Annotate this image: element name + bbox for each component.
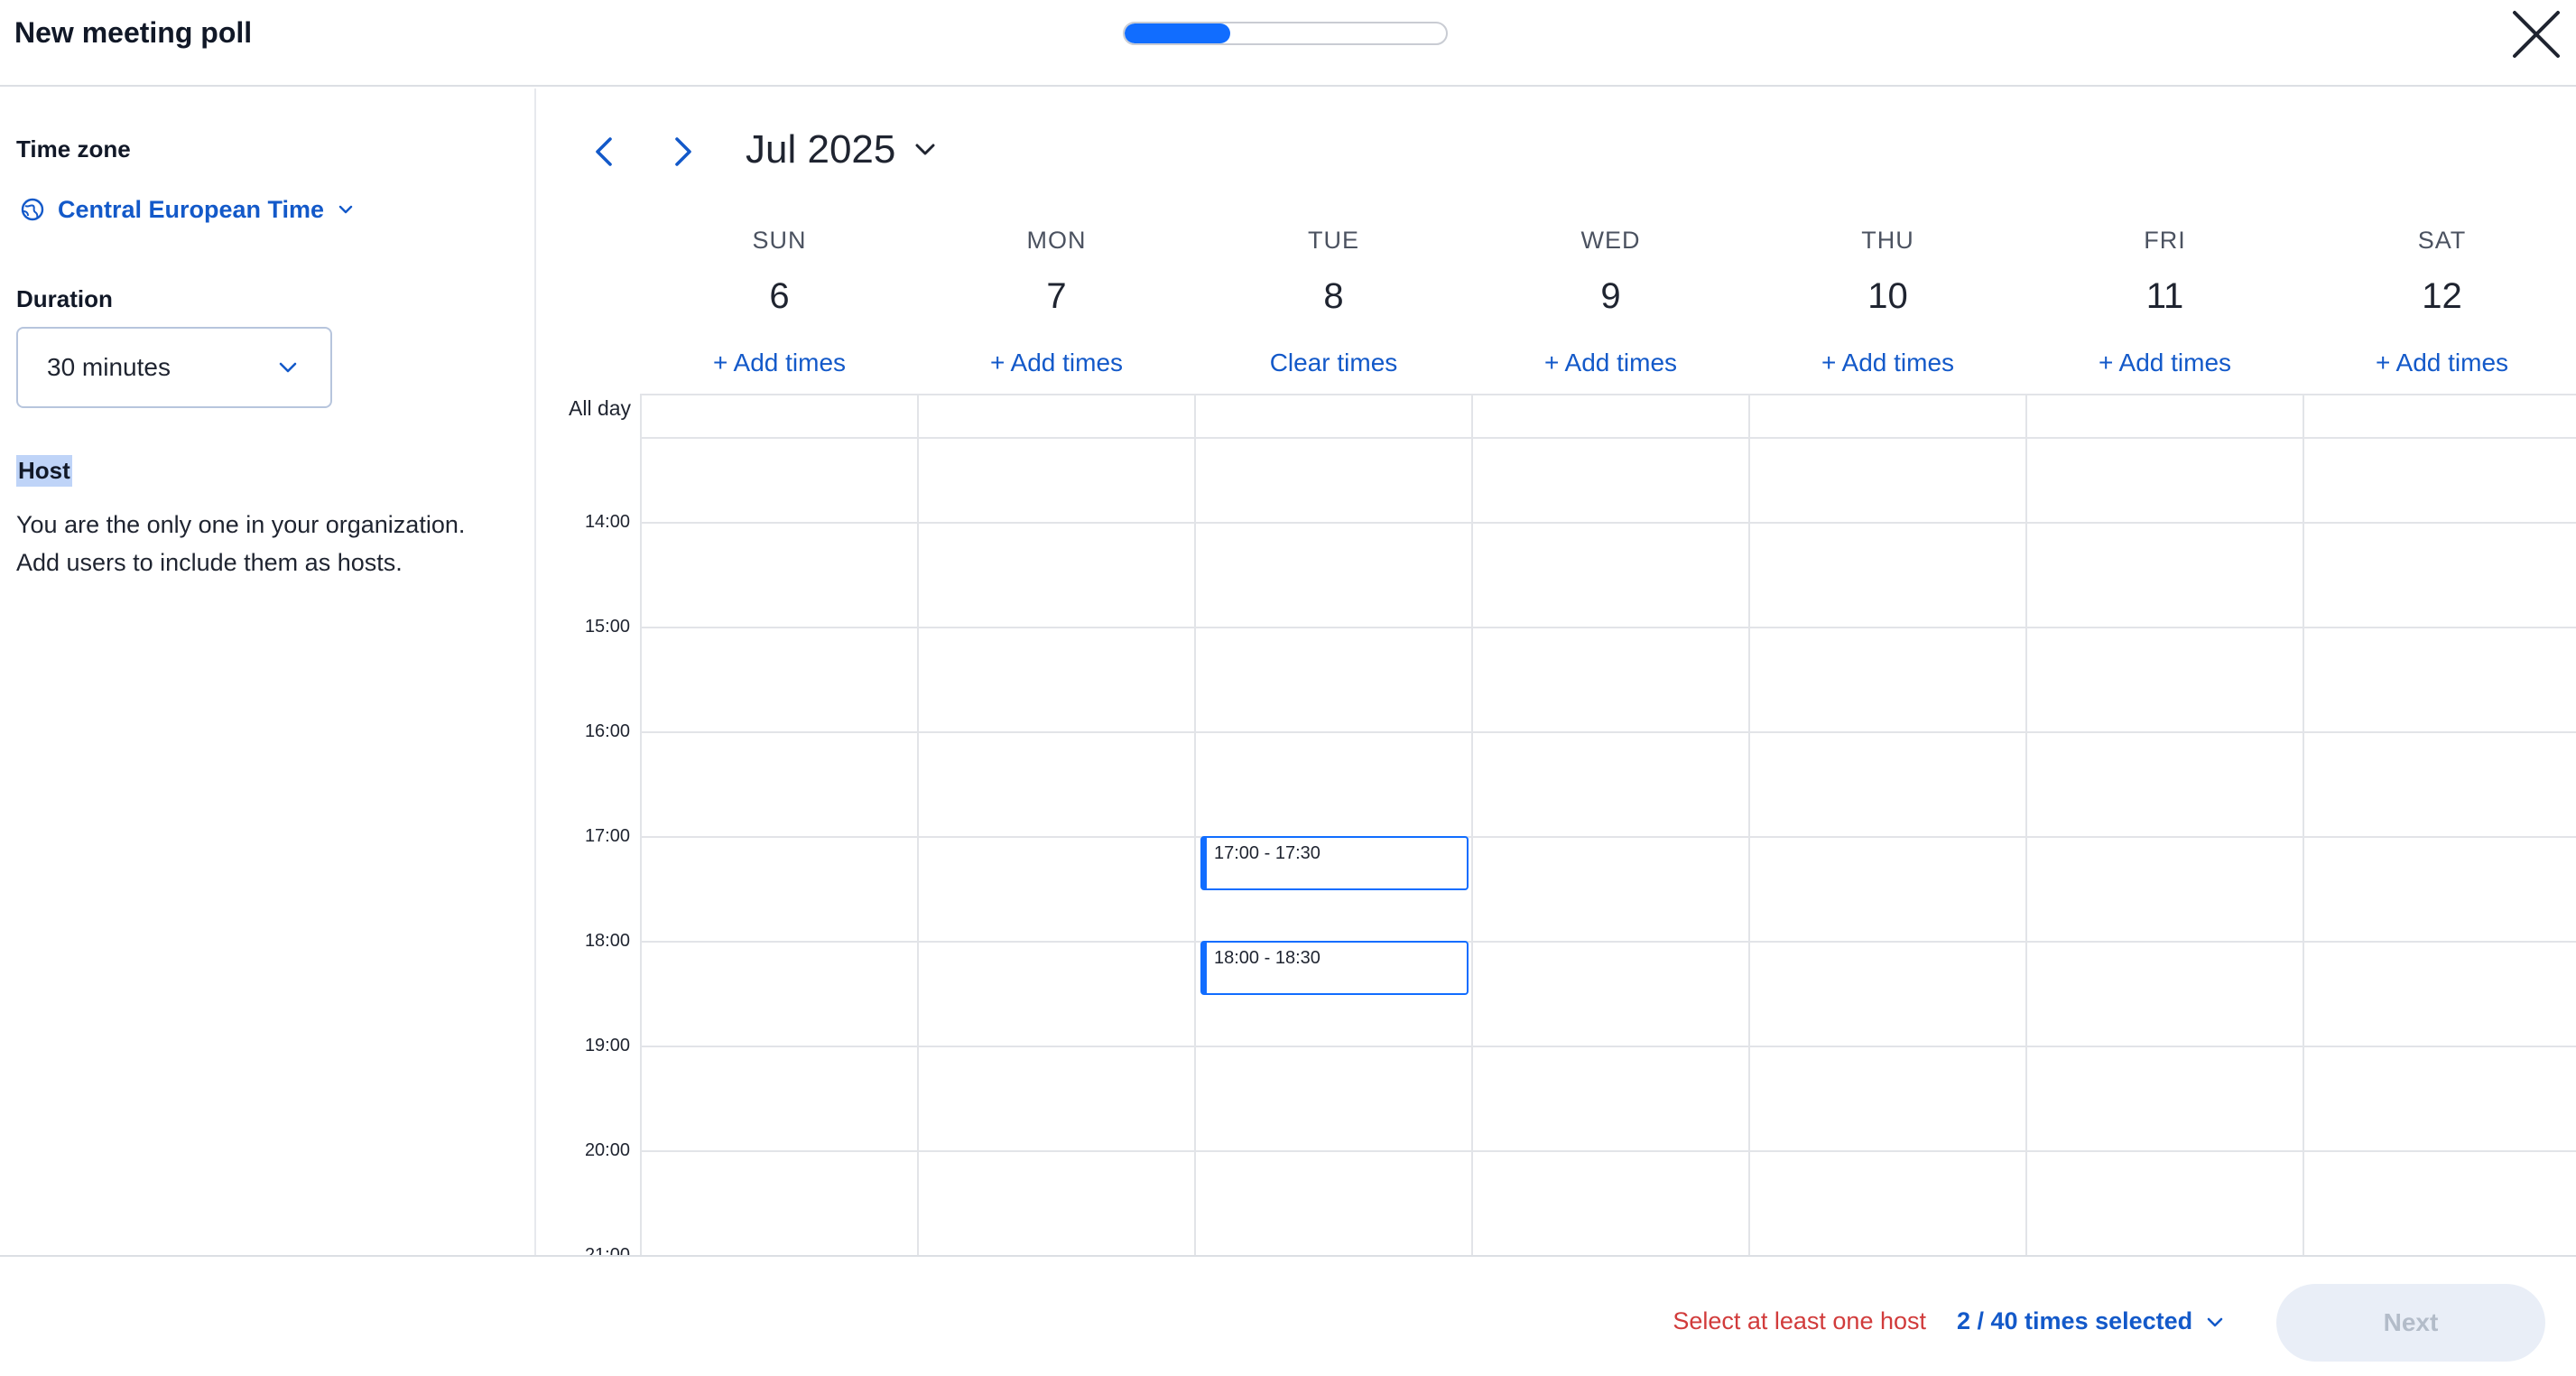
allday-label: All day — [569, 396, 632, 420]
prev-week-button[interactable] — [587, 134, 623, 170]
day-name: TUE — [1308, 227, 1359, 254]
grid-row-line — [641, 437, 2576, 439]
chevron-left-icon — [596, 137, 612, 166]
chevron-down-icon — [338, 205, 353, 214]
hour-label: 21:00 — [584, 1245, 630, 1255]
sidebar: Time zone Central European Time Duration… — [0, 88, 536, 1255]
host-text-line: You are the only one in your organizatio… — [16, 511, 466, 538]
day-name: WED — [1580, 227, 1641, 254]
selected-time-slot[interactable]: 18:00 - 18:30 — [1200, 941, 1469, 995]
add-times-button[interactable]: + Add times — [641, 347, 918, 379]
calendar: Jul 2025 SUN 6 MON 7 TUE 8 WED 9 THU 10 FRI 11 SAT 12… — [538, 88, 2576, 1255]
timezone-select[interactable]: Central European Time — [20, 191, 355, 228]
day-name: SAT — [2417, 227, 2467, 254]
host-warning: Select at least one host — [1673, 1307, 1926, 1334]
grid-row-line — [641, 522, 2576, 524]
day-name: MON — [1026, 227, 1087, 254]
duration-value: 30 minutes — [47, 353, 171, 381]
day-header: TUE 8 — [1195, 224, 1472, 316]
day-name: THU — [1861, 227, 1914, 254]
clear-times-button[interactable]: Clear times — [1195, 347, 1472, 379]
grid-row-line — [641, 836, 2576, 838]
add-times-button[interactable]: + Add times — [2026, 347, 2303, 379]
hour-label: 16:00 — [584, 721, 630, 741]
header: New meeting poll — [0, 0, 2576, 87]
day-header: SAT 12 — [2303, 224, 2576, 316]
day-number: 11 — [2145, 276, 2184, 316]
day-header: FRI 11 — [2026, 224, 2303, 316]
hour-label: 20:00 — [584, 1140, 630, 1160]
day-header: THU 10 — [1749, 224, 2026, 316]
add-times-button[interactable]: + Add times — [918, 347, 1195, 379]
day-header: SUN 6 — [641, 224, 918, 316]
grid-row-line — [641, 731, 2576, 733]
day-name: FRI — [2144, 227, 2186, 254]
page-title: New meeting poll — [14, 16, 253, 49]
day-number: 10 — [1867, 276, 1908, 316]
chevron-down-icon — [2207, 1317, 2223, 1326]
hour-label: 15:00 — [584, 617, 630, 637]
day-number: 9 — [1600, 276, 1621, 316]
host-text-line: Add users to include them as hosts. — [16, 549, 403, 576]
selected-time-slot[interactable]: 17:00 - 17:30 — [1200, 836, 1469, 890]
grid-row-line — [641, 1046, 2576, 1047]
globe-icon — [21, 198, 44, 221]
grid-row-line — [641, 394, 2576, 395]
chevron-down-icon — [279, 362, 297, 373]
hour-label: 17:00 — [584, 826, 630, 846]
hour-label: 19:00 — [584, 1036, 630, 1055]
day-header: WED 9 — [1472, 224, 1749, 316]
timezone-value: Central European Time — [58, 195, 325, 223]
day-number: 6 — [769, 276, 790, 316]
close-button[interactable] — [2506, 7, 2563, 65]
day-number: 12 — [2422, 276, 2462, 316]
close-icon — [2513, 11, 2560, 58]
times-selected-dropdown[interactable]: 2 / 40 times selected — [1957, 1307, 2225, 1335]
add-times-button[interactable]: + Add times — [2303, 347, 2576, 379]
month-picker[interactable]: Jul 2025 — [746, 125, 939, 175]
progress-bar — [1123, 22, 1448, 45]
duration-label: Duration — [16, 285, 113, 312]
progress-bar-fill — [1125, 23, 1231, 43]
times-selected-label: 2 / 40 times selected — [1957, 1307, 2193, 1334]
host-label: Host — [16, 455, 72, 487]
grid-row-line — [641, 627, 2576, 628]
duration-select[interactable]: 30 minutes — [16, 327, 332, 408]
add-times-button[interactable]: + Add times — [1472, 347, 1749, 379]
hour-label: 14:00 — [584, 512, 630, 532]
timezone-label: Time zone — [16, 135, 131, 163]
chevron-down-icon — [915, 144, 935, 155]
chevron-right-icon — [675, 137, 691, 166]
day-header: MON 7 — [918, 224, 1195, 316]
host-description: You are the only one in your organizatio… — [16, 506, 522, 581]
footer: Select at least one host 2 / 40 times se… — [0, 1255, 2576, 1376]
hour-label: 18:00 — [584, 931, 630, 951]
month-label: Jul 2025 — [746, 127, 896, 172]
grid-row-line — [641, 1150, 2576, 1152]
day-number: 8 — [1323, 276, 1344, 316]
day-number: 7 — [1046, 276, 1067, 316]
day-name: SUN — [752, 227, 807, 254]
add-times-button[interactable]: + Add times — [1749, 347, 2026, 379]
next-week-button[interactable] — [664, 134, 700, 170]
time-grid: All day 14:00 15:00 16:00 17:00 18:00 19:00 20… — [538, 394, 2576, 1255]
grid-row-line — [641, 941, 2576, 943]
next-button[interactable]: Next — [2276, 1284, 2545, 1362]
